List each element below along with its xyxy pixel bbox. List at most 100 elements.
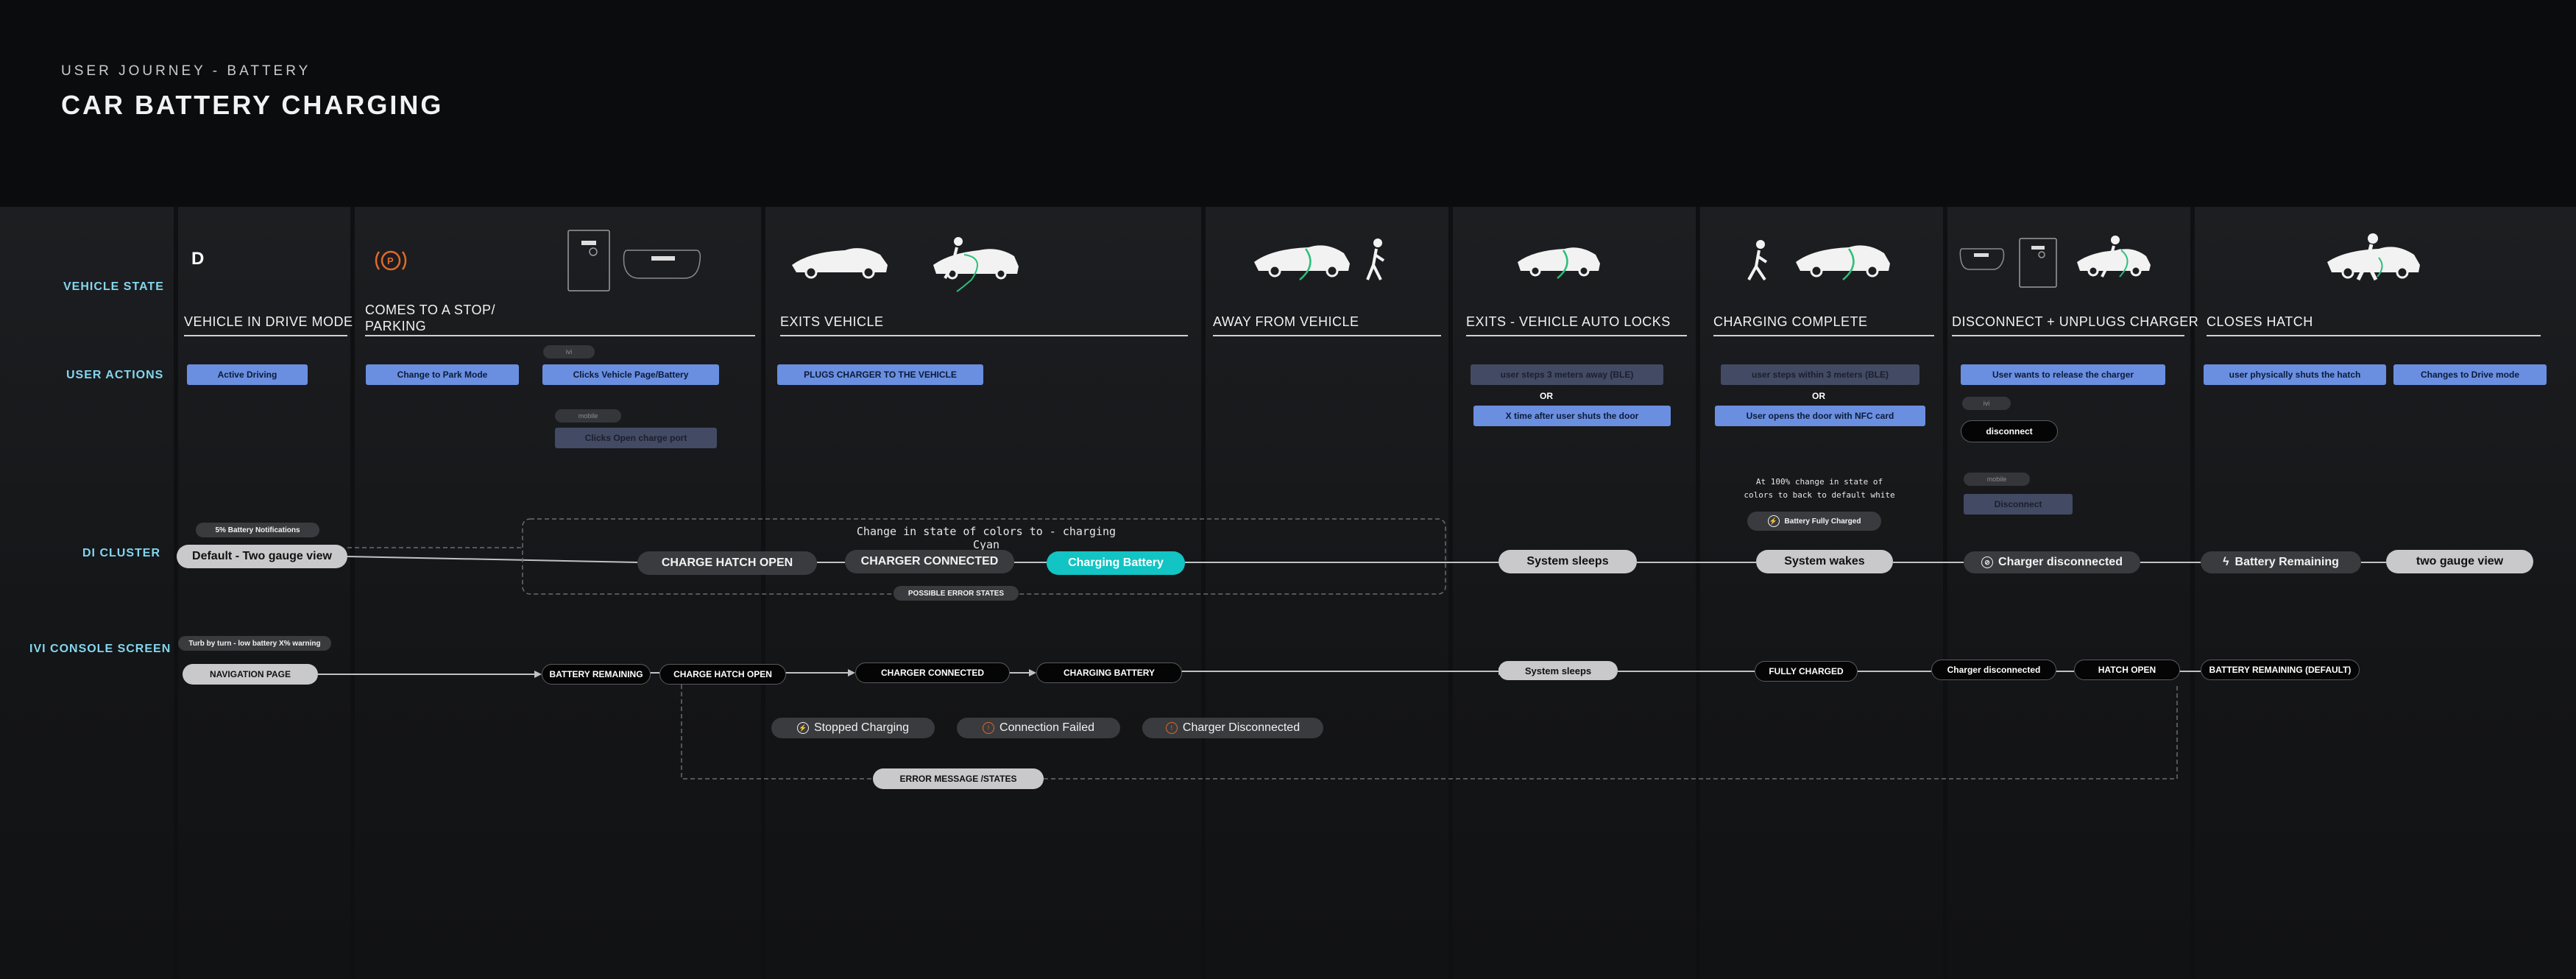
cluster-charging-battery: Charging Battery	[1047, 551, 1185, 575]
cluster-fully-charged: ⚡ Battery Fully Charged	[1747, 512, 1881, 531]
cluster-full-note-line: At 100% change in state of	[1755, 477, 1883, 487]
cluster-full-note: At 100% change in state of colors to bac…	[1716, 476, 1922, 502]
error-message-states: ERROR MESSAGE /STATES	[873, 768, 1044, 789]
ivi-charge-hatch-open: CHARGE HATCH OPEN	[659, 664, 786, 685]
person-plugging-car-icon	[933, 237, 1019, 292]
ivi-charger-disconnected: Charger disconnected	[1931, 660, 2056, 680]
divider	[1466, 335, 1687, 336]
action-plugs-charger: PLUGS CHARGER TO THE VEHICLE	[777, 364, 983, 385]
phase-title-disconnect: DISCONNECT + UNPLUGS CHARGER	[1952, 314, 2199, 329]
cluster-charger-disconnected: ⊘ Charger disconnected	[1964, 551, 2140, 573]
warning-icon: !	[1165, 722, 1178, 734]
warning-icon: !	[983, 722, 995, 734]
lane-label-di-cluster: DI CLUSTER	[82, 547, 160, 559]
divider	[2207, 335, 2541, 336]
action-park-mode: Change to Park Mode	[366, 364, 519, 385]
action-disconnect: disconnect	[1961, 420, 2058, 442]
ivi-charging-battery: CHARGING BATTERY	[1036, 662, 1182, 683]
error-connection-failed: ! Connection Failed	[957, 718, 1120, 738]
walking-person-icon	[1747, 240, 1768, 281]
cluster-charge-hatch-open: CHARGE HATCH OPEN	[637, 551, 817, 575]
action-drive-mode: Changes to Drive mode	[2393, 364, 2547, 385]
action-shuts-hatch: user physically shuts the hatch	[2204, 364, 2386, 385]
ivi-turn-warning: Turb by turn - low battery X% warning	[178, 636, 331, 651]
action-steps-within: user steps within 3 meters (BLE)	[1721, 364, 1919, 385]
walking-person-icon	[1366, 238, 1385, 280]
divider	[780, 335, 1188, 336]
lane-label-vehicle-state: VEHICLE STATE	[63, 280, 164, 293]
action-active-driving: Active Driving	[187, 364, 308, 385]
car-charging-icon	[1796, 245, 1890, 280]
charge-icon: ⚡	[797, 722, 809, 734]
ivi-fully-charged: FULLY CHARGED	[1755, 661, 1858, 682]
cluster-possible-errors: POSSIBLE ERROR STATES	[894, 586, 1019, 601]
divider	[365, 335, 755, 336]
tag-ivi: ivi	[543, 345, 595, 358]
cluster-two-gauge-view: two gauge view	[2386, 550, 2533, 573]
ivi-system-sleeps: System sleeps	[1498, 661, 1618, 680]
tag-mobile: mobile	[1964, 473, 2030, 486]
car-charging-icon	[1254, 245, 1350, 280]
action-disconnect-mobile: Disconnect	[1964, 494, 2073, 515]
lightning-icon: ϟ	[2223, 556, 2229, 568]
action-opens-nfc: User opens the door with NFC card	[1715, 406, 1925, 426]
cluster-fully-charged-label: Battery Fully Charged	[1784, 517, 1861, 526]
divider	[1713, 335, 1934, 336]
drive-gear-icon: D	[191, 249, 205, 269]
connector-line	[347, 556, 638, 563]
cluster-full-note-line: colors to back to default white	[1744, 490, 1895, 500]
phase-title-stop: COMES TO A STOP/ PARKING	[365, 303, 496, 333]
car-icon	[792, 248, 888, 279]
ivi-navigation-page: NAVIGATION PAGE	[183, 664, 318, 685]
phase-title-exits: EXITS VEHICLE	[780, 314, 884, 329]
action-release-charger: User wants to release the charger	[1961, 364, 2165, 385]
divider	[184, 335, 347, 336]
battery-icon: ⚡	[1767, 515, 1780, 527]
person-closing-hatch-icon	[2327, 233, 2420, 281]
cluster-default-two-gauge: Default - Two gauge view	[177, 545, 347, 568]
tag-ivi: ivi	[1962, 397, 2011, 410]
cluster-system-sleeps: System sleeps	[1498, 550, 1637, 573]
phase-title-complete: CHARGING COMPLETE	[1713, 314, 1868, 329]
error-connection-failed-label: Connection Failed	[999, 721, 1094, 734]
lane-label-user-actions: USER ACTIONS	[66, 369, 164, 381]
cluster-battery-remaining-label: Battery Remaining	[2234, 556, 2339, 568]
cluster-battery-notification: 5% Battery Notifications	[196, 523, 319, 537]
cluster-charger-connected: CHARGER CONNECTED	[845, 550, 1014, 573]
charge-port-icon	[1959, 248, 2005, 270]
ivi-battery-remaining-default: BATTERY REMAINING (DEFAULT)	[2201, 660, 2360, 680]
divider	[1213, 335, 1441, 336]
charger-station-icon	[2019, 238, 2057, 288]
tag-mobile: mobile	[555, 409, 621, 423]
divider	[1952, 335, 2184, 336]
error-charger-disconnected: ! Charger Disconnected	[1142, 718, 1323, 738]
error-stopped-charging: ⚡ Stopped Charging	[771, 718, 935, 738]
diagram-lines: P	[318, 230, 2420, 780]
cluster-charger-disconnected-label: Charger disconnected	[1998, 556, 2123, 568]
ivi-charger-connected: CHARGER CONNECTED	[855, 662, 1010, 683]
lane-label-ivi: IVI CONSOLE SCREEN	[29, 643, 171, 655]
action-open-charge-port: Clicks Open charge port	[555, 428, 717, 448]
cluster-system-wakes: System wakes	[1756, 550, 1893, 573]
phase-title-autolock: EXITS - VEHICLE AUTO LOCKS	[1466, 314, 1671, 329]
error-stopped-charging-label: Stopped Charging	[814, 721, 909, 734]
ivi-hatch-open: HATCH OPEN	[2074, 660, 2180, 680]
action-x-time: X time after user shuts the door	[1473, 406, 1671, 426]
car-charging-icon	[1518, 247, 1600, 279]
phase-title-closes: CLOSES HATCH	[2207, 314, 2313, 329]
or-separator: OR	[1540, 391, 1553, 401]
cluster-battery-remaining: ϟ Battery Remaining	[2201, 551, 2361, 573]
svg-text:P: P	[387, 255, 394, 266]
phase-title-away: AWAY FROM VEHICLE	[1213, 314, 1359, 329]
action-clicks-vehicle-page: Clicks Vehicle Page/Battery	[542, 364, 719, 385]
person-unplugging-car-icon	[2077, 236, 2151, 278]
phase-title-drive: VEHICLE IN DRIVE MODE	[184, 314, 353, 329]
error-charger-disconnected-label: Charger Disconnected	[1182, 721, 1301, 734]
unplug-icon: ⊘	[1981, 556, 1994, 568]
ivi-battery-remaining: BATTERY REMAINING	[542, 664, 651, 685]
cluster-change-note: Change in state of colors to - charging …	[856, 525, 1117, 551]
or-separator: OR	[1812, 391, 1825, 401]
action-steps-away: user steps 3 meters away (BLE)	[1471, 364, 1663, 385]
charger-station-icon	[567, 230, 610, 291]
charge-port-icon	[623, 250, 701, 279]
